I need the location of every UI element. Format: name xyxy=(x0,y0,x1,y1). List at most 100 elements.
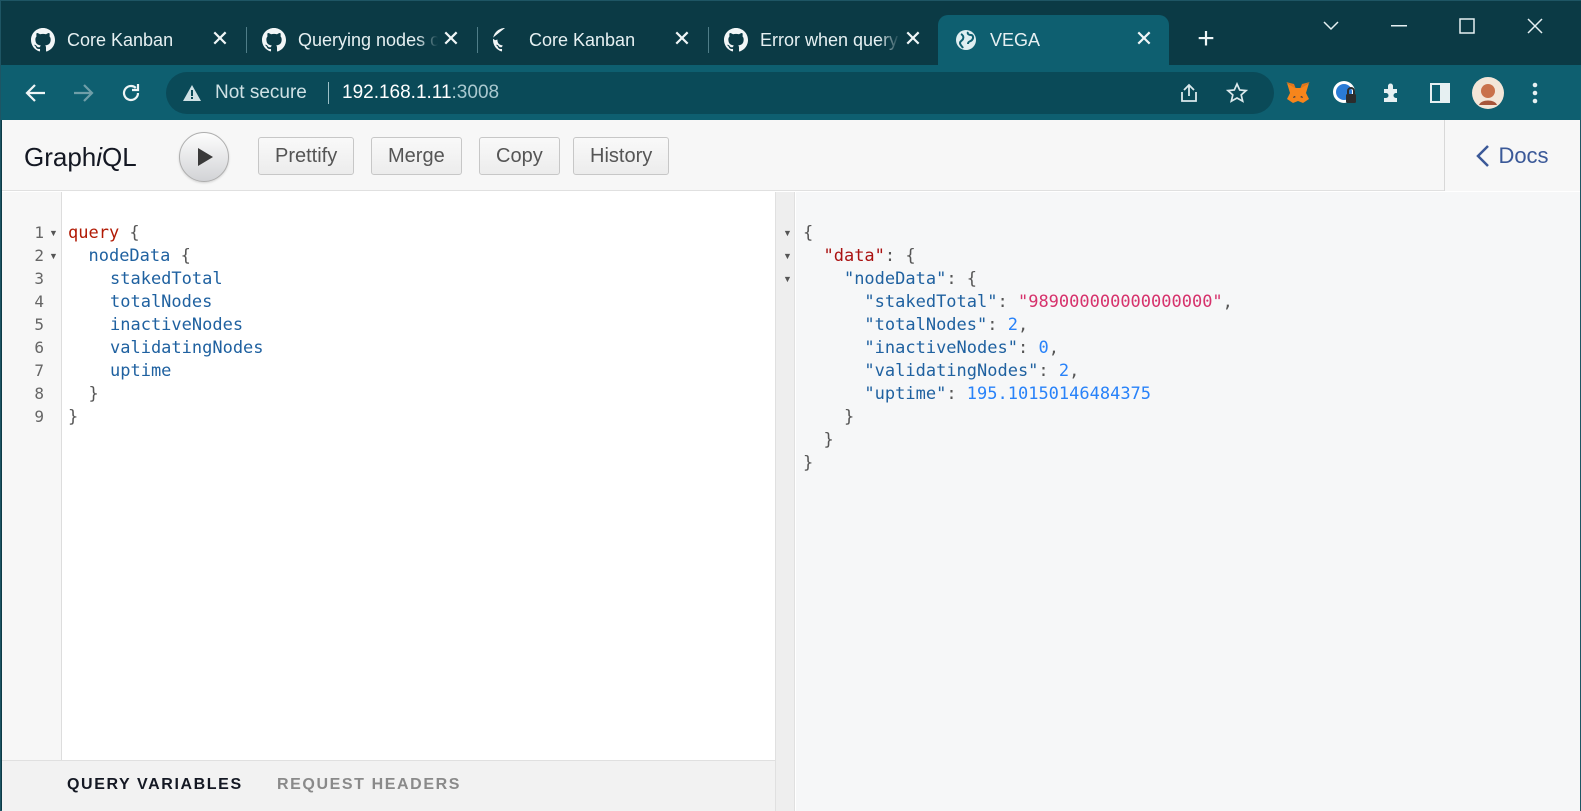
result-line: { xyxy=(803,223,814,243)
github-icon xyxy=(724,28,748,52)
query-field: stakedTotal xyxy=(110,269,223,289)
minimize-icon[interactable] xyxy=(1379,11,1419,41)
close-icon[interactable]: ✕ xyxy=(1133,28,1155,50)
not-secure-label[interactable]: Not secure xyxy=(215,82,307,104)
github-icon xyxy=(493,28,517,52)
query-variables-tab[interactable]: QUERY VARIABLES xyxy=(67,776,243,794)
tab-vega[interactable]: VEGA ✕ xyxy=(938,15,1169,65)
tab-search-chevron-icon[interactable] xyxy=(1311,11,1351,41)
bookmark-star-icon[interactable] xyxy=(1225,81,1249,105)
tab-title: Error when query xyxy=(760,29,899,50)
reload-icon[interactable] xyxy=(115,77,147,109)
tab-title: Core Kanban xyxy=(67,29,174,50)
result-line: "stakedTotal": "989000000000000000", xyxy=(864,292,1233,312)
query-field: uptime xyxy=(110,361,172,381)
line-number: 2 xyxy=(34,246,44,265)
line-number: 3 xyxy=(34,269,44,288)
share-icon[interactable] xyxy=(1177,81,1201,105)
result-line: "uptime": 195.10150146484375 xyxy=(864,384,1152,404)
result-viewer: { "data": { "nodeData": { "stakedTotal":… xyxy=(796,192,1580,811)
code-line: nodeData { xyxy=(88,246,191,266)
query-field: inactiveNodes xyxy=(110,315,244,335)
query-root-field: nodeData xyxy=(88,246,171,266)
execute-query-button[interactable] xyxy=(179,132,229,182)
query-editor[interactable]: 1 2 3 4 5 6 7 8 9 ▼ ▼ query { nodeData {… xyxy=(2,192,775,762)
github-icon xyxy=(31,28,55,52)
code-line: query { xyxy=(68,223,140,243)
tab-querying-nodes[interactable]: Querying nodes o ✕ xyxy=(232,15,476,65)
tab-title: Core Kanban xyxy=(529,29,636,50)
close-icon[interactable]: ✕ xyxy=(902,28,924,50)
url-host: 192.168.1.11 xyxy=(342,82,452,103)
maximize-icon[interactable] xyxy=(1447,11,1487,41)
line-number: 8 xyxy=(34,384,44,403)
extensions-puzzle-icon[interactable] xyxy=(1375,76,1409,110)
url-text[interactable]: 192.168.1.11:3008 xyxy=(342,82,499,104)
menu-kebab-icon[interactable] xyxy=(1518,76,1552,110)
editor-result-divider[interactable]: ▼ ▼ ▼ xyxy=(775,192,795,811)
close-icon[interactable]: ✕ xyxy=(440,28,462,50)
profile-avatar[interactable] xyxy=(1471,76,1505,110)
line-number: 1 xyxy=(34,223,44,242)
result-line: "totalNodes": 2, xyxy=(864,315,1029,335)
query-field: totalNodes xyxy=(110,292,213,312)
result-line: "inactiveNodes": 0, xyxy=(864,338,1059,358)
fold-arrow-icon[interactable]: ▼ xyxy=(783,274,792,284)
code-line: } xyxy=(68,384,99,404)
docs-button[interactable]: Docs xyxy=(1444,120,1580,191)
result-line: "validatingNodes": 2, xyxy=(864,361,1080,381)
close-icon[interactable]: ✕ xyxy=(671,28,693,50)
tab-core-kanban-1[interactable]: Core Kanban ✕ xyxy=(1,15,245,65)
close-icon[interactable]: ✕ xyxy=(209,28,231,50)
line-number: 4 xyxy=(34,292,44,311)
result-line: } xyxy=(803,453,814,473)
forward-arrow-icon[interactable] xyxy=(67,77,99,109)
address-bar[interactable]: Not secure 192.168.1.11:3008 xyxy=(166,72,1274,114)
privacy-extension-icon[interactable] xyxy=(1328,76,1362,110)
request-headers-tab[interactable]: REQUEST HEADERS xyxy=(277,776,461,794)
line-number: 9 xyxy=(34,407,44,426)
result-line: } xyxy=(803,430,834,450)
tab-title: Querying nodes o xyxy=(298,29,438,50)
query-keyword: query xyxy=(68,223,120,243)
fold-arrow-icon[interactable]: ▼ xyxy=(783,228,792,238)
variables-panel-bar: QUERY VARIABLES REQUEST HEADERS xyxy=(2,760,775,811)
copy-button[interactable]: Copy xyxy=(479,137,560,175)
graphiql-topbar: GraphiQL Prettify Merge Copy History Doc… xyxy=(2,120,1580,191)
back-arrow-icon[interactable] xyxy=(20,77,52,109)
close-window-icon[interactable] xyxy=(1515,11,1555,41)
uptime-value: 195.10150146484375 xyxy=(966,384,1152,404)
divider xyxy=(328,82,329,104)
line-gutter: 1 2 3 4 5 6 7 8 9 ▼ ▼ xyxy=(2,192,62,762)
tab-title: VEGA xyxy=(990,29,1041,50)
tab-core-kanban-2[interactable]: Core Kanban ✕ xyxy=(463,15,707,65)
tab-error-when-query[interactable]: Error when query ✕ xyxy=(694,15,938,65)
validating-nodes-value: 2 xyxy=(1058,361,1070,381)
query-field: validatingNodes xyxy=(110,338,264,358)
merge-button[interactable]: Merge xyxy=(371,137,462,175)
line-number: 6 xyxy=(34,338,44,357)
history-button[interactable]: History xyxy=(573,137,670,175)
new-tab-button[interactable]: + xyxy=(1191,24,1221,55)
side-panel-icon[interactable] xyxy=(1423,76,1457,110)
line-number: 7 xyxy=(34,361,44,380)
metamask-extension-icon[interactable] xyxy=(1281,76,1315,110)
tab-strip: Core Kanban ✕ Querying nodes o ✕ Core Ka… xyxy=(1,1,1581,65)
fold-arrow-icon[interactable]: ▼ xyxy=(49,251,58,261)
prettify-button[interactable]: Prettify xyxy=(258,137,355,175)
warning-icon[interactable] xyxy=(182,83,202,103)
fold-arrow-icon[interactable]: ▼ xyxy=(49,228,58,238)
result-line: "nodeData": { xyxy=(843,269,978,289)
line-number: 5 xyxy=(34,315,44,334)
total-nodes-value: 2 xyxy=(1007,315,1018,335)
url-port: :3008 xyxy=(451,82,500,103)
inactive-nodes-value: 0 xyxy=(1038,338,1049,358)
docs-label: Docs xyxy=(1498,142,1549,168)
result-line: "data": { xyxy=(823,246,916,266)
fold-arrow-icon[interactable]: ▼ xyxy=(783,251,792,261)
chevron-left-icon xyxy=(1476,144,1490,167)
result-line: } xyxy=(803,407,855,427)
code-line: } xyxy=(68,407,79,427)
github-icon xyxy=(262,28,286,52)
graphiql-app: GraphiQL Prettify Merge Copy History Doc… xyxy=(2,120,1580,811)
